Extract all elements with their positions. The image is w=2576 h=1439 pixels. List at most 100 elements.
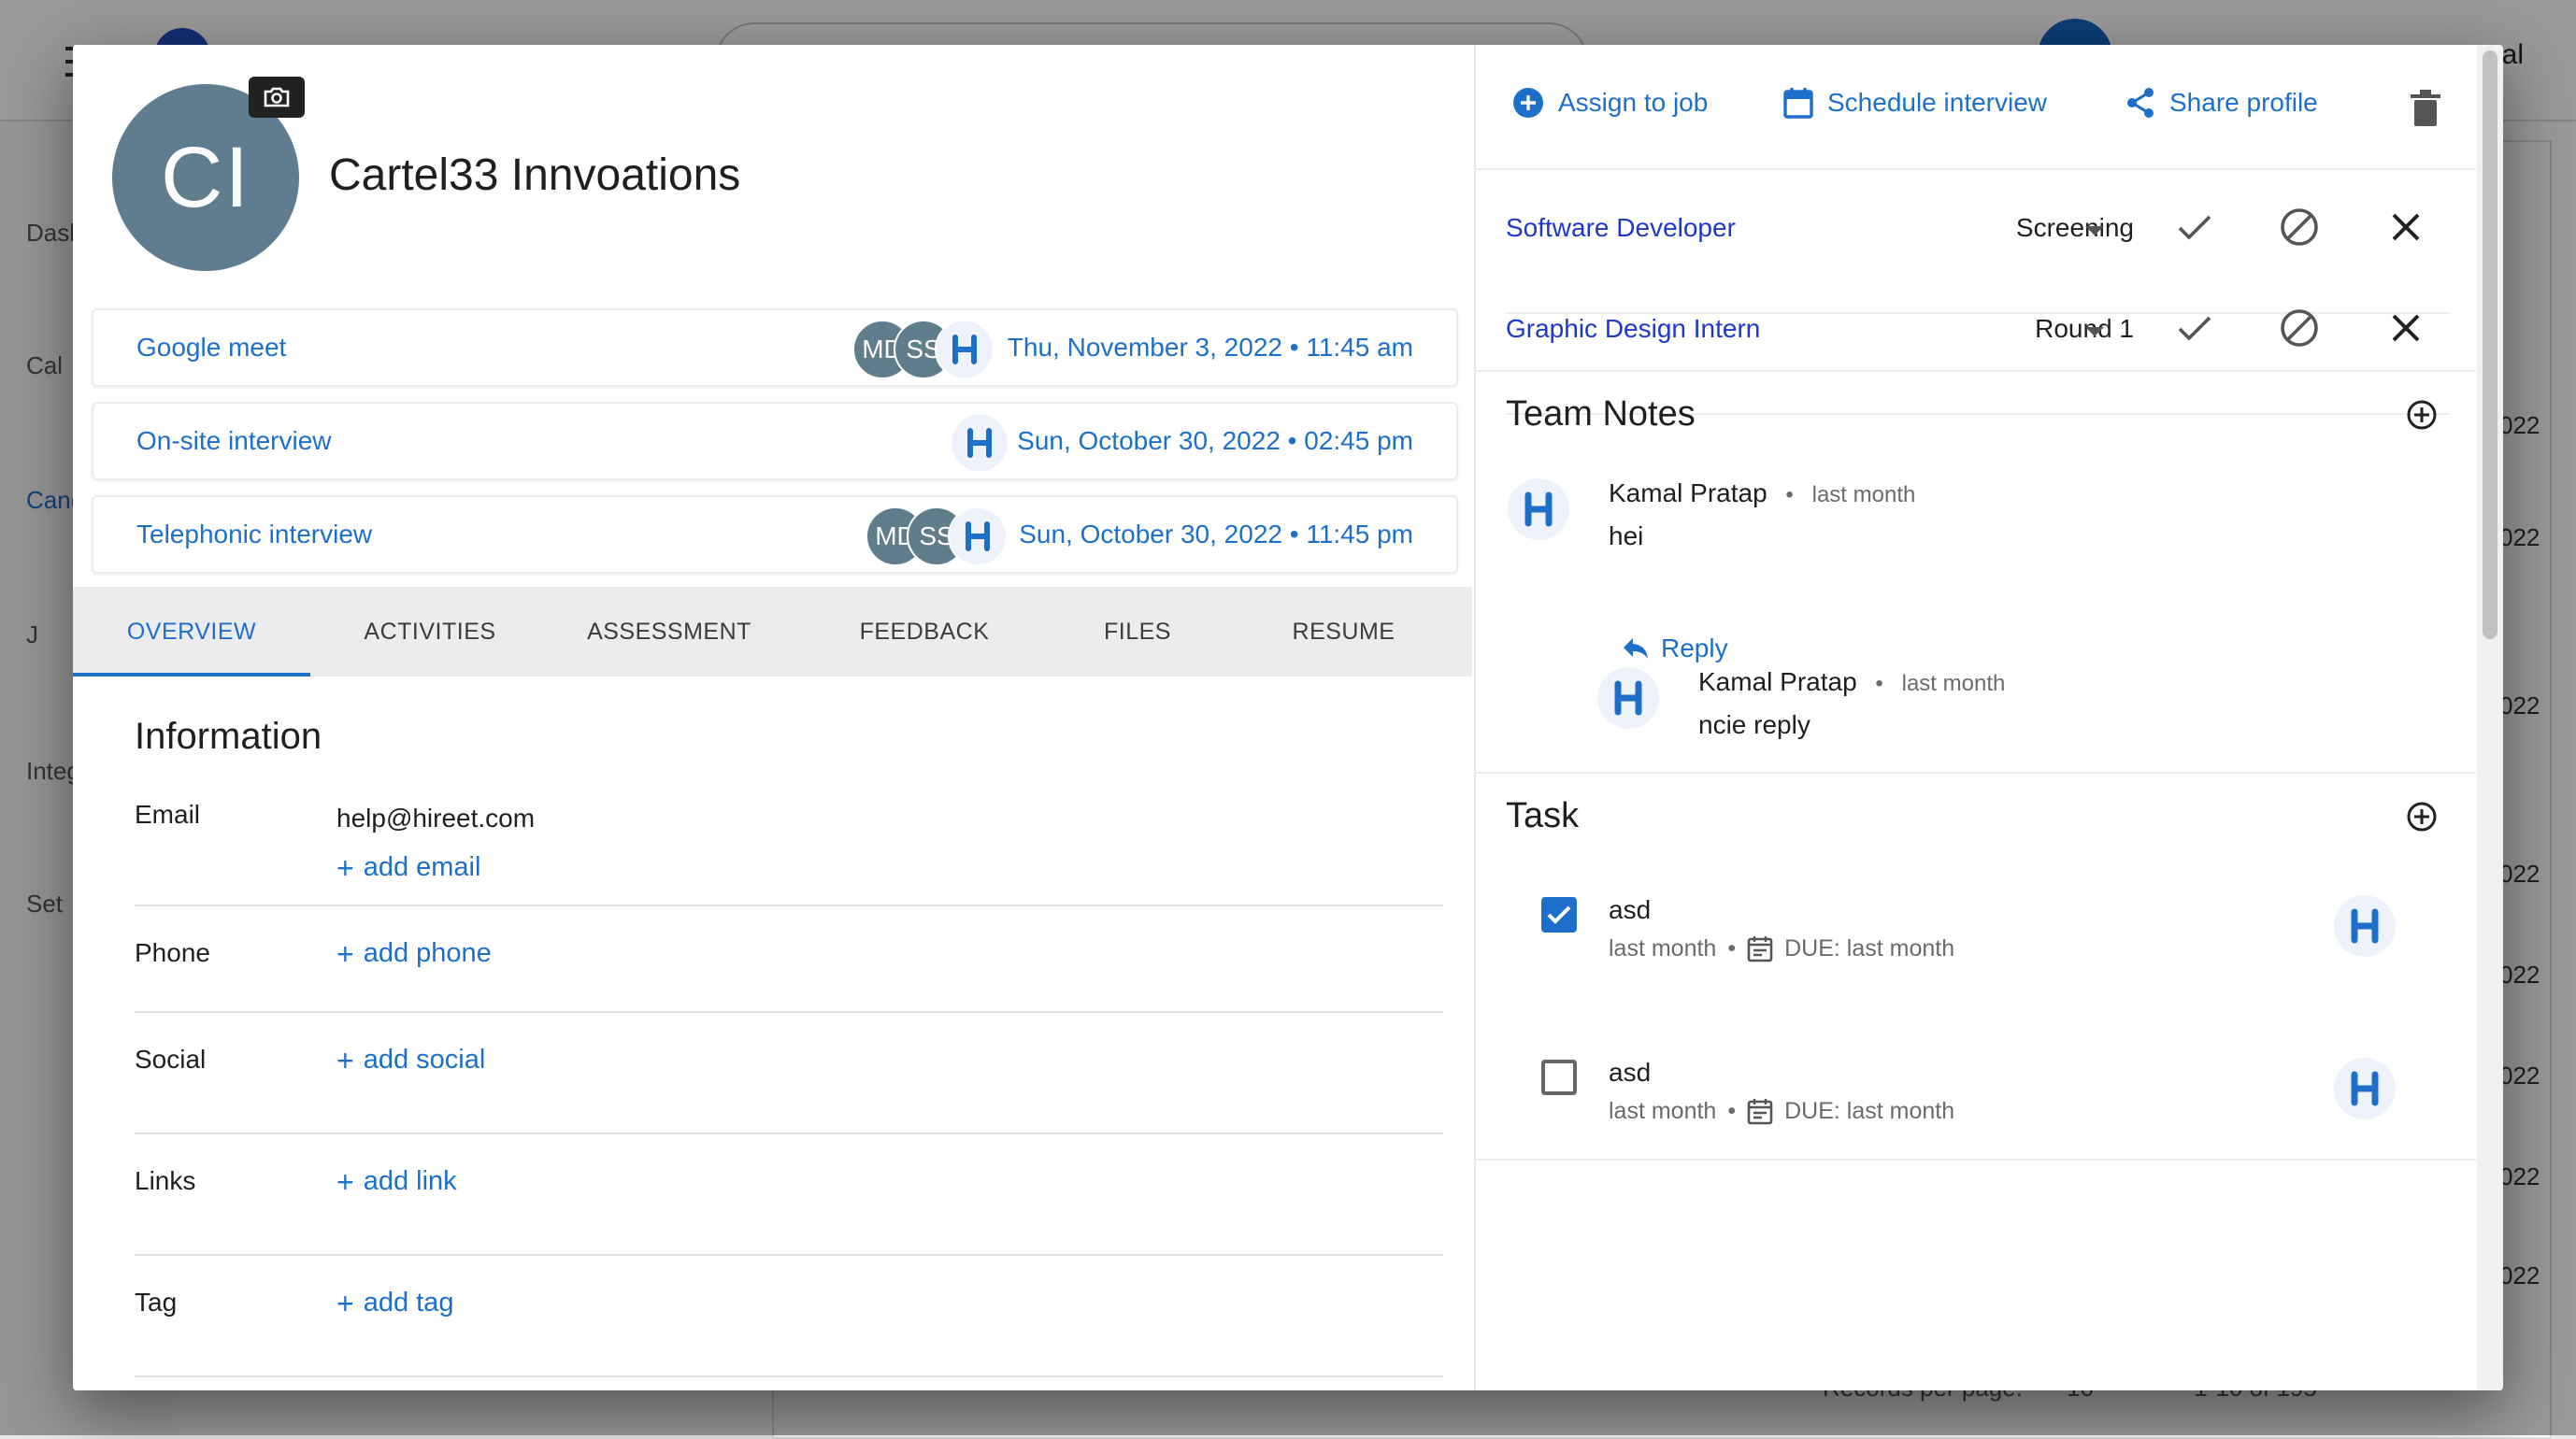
divider: [135, 1133, 1443, 1134]
share-icon: [2127, 88, 2154, 118]
divider: [135, 1011, 1443, 1013]
job-name-link[interactable]: Software Developer: [1506, 213, 1736, 243]
hireet-logo-icon: [950, 413, 1009, 473]
reply-text: ncie reply: [1698, 710, 1810, 739]
delete-icon[interactable]: [2411, 90, 2440, 127]
interview-datetime: Thu, November 3, 2022 • 11:45 am: [1007, 333, 1413, 362]
plus-icon: +: [336, 1286, 354, 1320]
interview-card[interactable]: Telephonic interview MD SS Sun, October …: [92, 495, 1458, 574]
add-social-label: add social: [363, 1045, 486, 1075]
information-heading: Information: [135, 716, 322, 757]
reply-time: last month: [1901, 671, 2006, 696]
email-value: help@hireet.com: [336, 804, 536, 833]
task-created: last month: [1609, 934, 1717, 962]
tab-overview[interactable]: OVERVIEW: [73, 587, 310, 677]
check-icon[interactable]: [2173, 206, 2216, 249]
hireet-logo-icon: [2334, 895, 2396, 957]
add-link-link[interactable]: + add link: [336, 1166, 457, 1197]
candidate-side-pane: Assign to job Schedule interview Share p…: [1474, 45, 2476, 1390]
hireet-logo-icon: [2334, 1058, 2396, 1119]
add-circle-icon: [1513, 88, 1543, 118]
close-icon[interactable]: [2384, 306, 2427, 349]
job-stage-select[interactable]: Screening: [2016, 213, 2134, 243]
action-bar: Assign to job Schedule interview Share p…: [1476, 45, 2476, 170]
calendar-icon: [1783, 88, 1813, 119]
camera-icon[interactable]: [249, 77, 305, 118]
add-tag-label: add tag: [363, 1288, 454, 1318]
reply-label: Reply: [1661, 634, 1728, 663]
company-name: Cartel33 Innvoations: [329, 150, 741, 200]
tab-feedback[interactable]: FEEDBACK: [789, 587, 1060, 677]
plus-icon: +: [336, 936, 354, 971]
share-label: Share profile: [2169, 88, 2318, 117]
note-text: hei: [1609, 521, 1644, 550]
scrollbar-thumb[interactable]: [2483, 50, 2497, 639]
interview-title[interactable]: Telephonic interview: [136, 520, 372, 549]
tab-files[interactable]: FILES: [1060, 587, 1215, 677]
job-name-link[interactable]: Graphic Design Intern: [1506, 314, 1760, 344]
share-profile-button[interactable]: Share profile: [2125, 86, 2318, 120]
reply-author: Kamal Pratap • last month: [1698, 667, 2006, 696]
tab-resume[interactable]: RESUME: [1215, 587, 1472, 677]
dialog-scrollbar[interactable]: [2477, 45, 2503, 1390]
assign-to-job-button[interactable]: Assign to job: [1511, 86, 1708, 120]
assign-label: Assign to job: [1558, 88, 1709, 117]
calendar-icon: [1747, 1099, 1773, 1125]
phone-label: Phone: [135, 938, 210, 967]
task-checkbox[interactable]: [1541, 1060, 1577, 1095]
social-label: Social: [135, 1045, 207, 1074]
plus-icon: +: [336, 850, 354, 885]
task-meta: last month • DUE: last month: [1609, 1097, 1955, 1125]
profile-tabs: OVERVIEW ACTIVITIES ASSESSMENT FEEDBACK …: [73, 587, 1472, 677]
reject-icon[interactable]: [2278, 306, 2321, 349]
tag-label: Tag: [135, 1288, 178, 1317]
links-label: Links: [135, 1166, 196, 1195]
reply-icon: [1624, 638, 1648, 659]
hireet-logo-icon: [1508, 478, 1569, 540]
divider: [1476, 1159, 2476, 1161]
divider: [135, 905, 1443, 906]
interview-title[interactable]: Google meet: [136, 333, 286, 363]
task-due: DUE: last month: [1784, 934, 1955, 962]
team-notes-heading: Team Notes: [1506, 394, 1696, 434]
interview-title[interactable]: On-site interview: [136, 426, 332, 456]
chevron-down-icon[interactable]: [2085, 327, 2104, 336]
reply-button[interactable]: Reply: [1622, 634, 1728, 663]
tab-activities[interactable]: ACTIVITIES: [310, 587, 550, 677]
add-phone-label: add phone: [363, 938, 492, 968]
tab-assessment[interactable]: ASSESSMENT: [550, 587, 789, 677]
divider: [1476, 772, 2476, 774]
add-social-link[interactable]: + add social: [336, 1045, 485, 1076]
add-email-link[interactable]: + add email: [336, 852, 480, 883]
add-email-label: add email: [363, 852, 481, 882]
schedule-label: Schedule interview: [1827, 88, 2048, 117]
task-created: last month: [1609, 1097, 1717, 1124]
interview-datetime: Sun, October 30, 2022 • 11:45 pm: [1019, 520, 1413, 549]
note-time: last month: [1811, 482, 1916, 507]
task-meta: last month • DUE: last month: [1609, 934, 1955, 962]
divider: [135, 1375, 1443, 1377]
schedule-interview-button[interactable]: Schedule interview: [1782, 86, 2047, 120]
calendar-icon: [1747, 936, 1773, 962]
reply-author-name: Kamal Pratap: [1698, 667, 1857, 696]
reject-icon[interactable]: [2278, 206, 2321, 249]
interview-card[interactable]: Google meet MD SS Thu, November 3, 2022 …: [92, 308, 1458, 387]
add-note-icon[interactable]: [2403, 396, 2440, 434]
add-tag-link[interactable]: + add tag: [336, 1288, 453, 1318]
candidate-main-pane: CI Cartel33 Innvoations Google meet MD S…: [73, 45, 1472, 1390]
task-heading: Task: [1506, 796, 1580, 835]
check-icon: [1547, 905, 1571, 924]
plus-icon: +: [336, 1043, 354, 1077]
task-checkbox[interactable]: [1541, 897, 1577, 933]
chevron-down-icon[interactable]: [2085, 226, 2104, 235]
add-phone-link[interactable]: + add phone: [336, 938, 492, 969]
add-task-icon[interactable]: [2403, 798, 2440, 835]
job-pipeline-row: Software Developer Screening: [1506, 208, 2450, 314]
task-title: asd: [1609, 895, 1652, 924]
close-icon[interactable]: [2384, 206, 2427, 249]
task-due: DUE: last month: [1784, 1097, 1955, 1124]
check-icon[interactable]: [2173, 306, 2216, 349]
task-title: asd: [1609, 1058, 1652, 1087]
plus-icon: +: [336, 1164, 354, 1199]
interview-card[interactable]: On-site interview Sun, October 30, 2022 …: [92, 402, 1458, 480]
